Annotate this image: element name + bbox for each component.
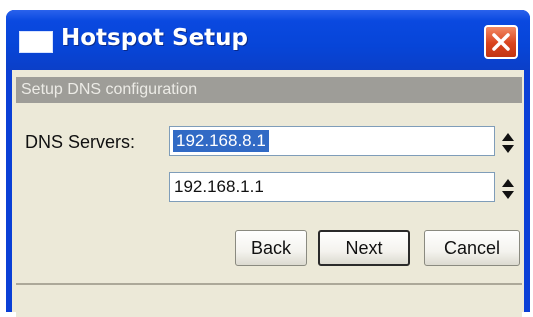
back-button[interactable]: Back xyxy=(235,230,307,266)
dns-server-2-input[interactable] xyxy=(170,173,494,201)
window-title: Hotspot Setup xyxy=(61,25,248,51)
dns-servers-label: DNS Servers: xyxy=(25,132,136,152)
up-down-arrows-icon[interactable] xyxy=(501,132,515,154)
hotspot-setup-window: Hotspot Setup Setup DNS configuration DN… xyxy=(6,10,530,317)
dialog-body: Setup DNS configuration DNS Servers: 192… xyxy=(12,70,524,317)
section-header: Setup DNS configuration xyxy=(16,77,522,103)
next-button[interactable]: Next xyxy=(318,230,410,266)
cancel-button[interactable]: Cancel xyxy=(424,230,520,266)
close-button[interactable] xyxy=(484,25,518,59)
window-icon xyxy=(19,31,53,53)
dns-server-2-field[interactable] xyxy=(169,172,495,202)
title-bar[interactable]: Hotspot Setup xyxy=(6,10,530,70)
dns-server-1-selection: 192.168.8.1 xyxy=(173,130,269,152)
up-down-arrows-icon[interactable] xyxy=(501,178,515,200)
close-icon xyxy=(492,33,510,51)
